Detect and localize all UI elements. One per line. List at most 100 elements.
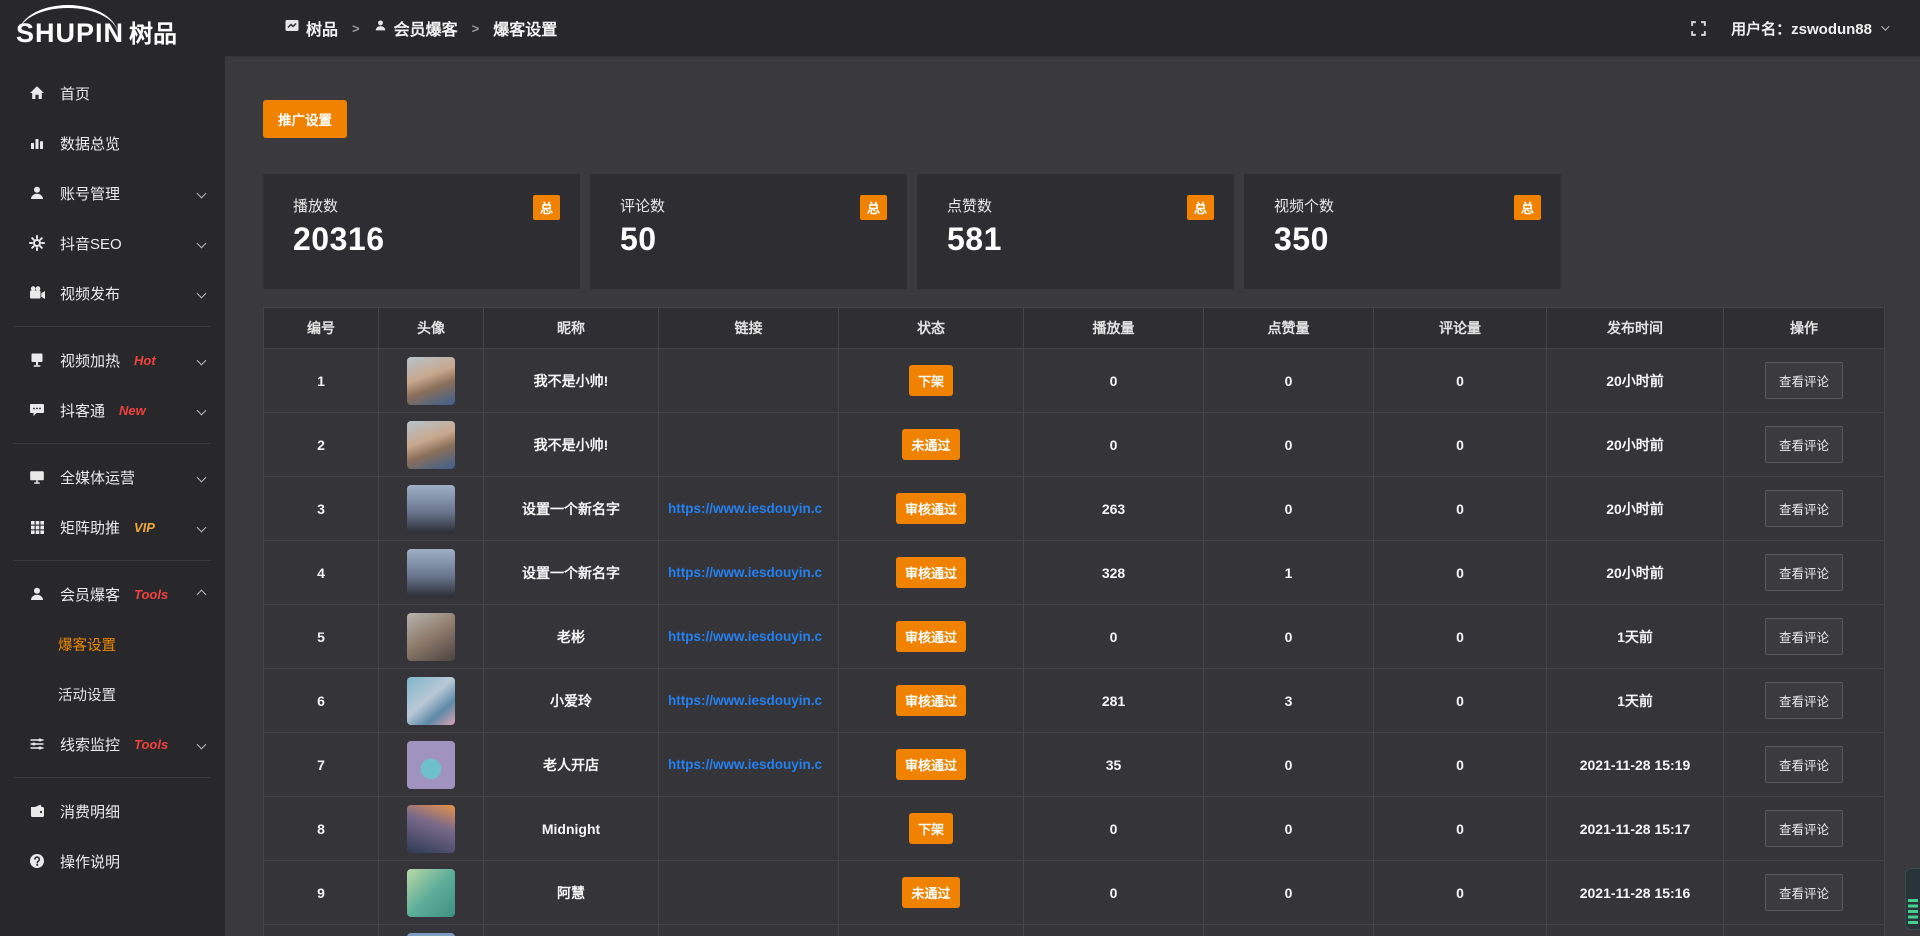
cell-avatar [379, 541, 484, 604]
status-badge: 下架 [909, 365, 953, 396]
avatar [407, 613, 455, 661]
sidebar-item-consumption-details[interactable]: 消费明细 [0, 786, 225, 836]
sidebar-item-clue-monitoring[interactable]: 线索监控 Tools [0, 719, 225, 769]
sidebar-item-label: 抖音SEO [60, 233, 122, 254]
sliders-icon [28, 736, 46, 752]
sidebar-item-member-baoke[interactable]: 会员爆客 Tools [0, 569, 225, 619]
video-link[interactable]: https://www.iesdouyin.c [668, 757, 838, 772]
sidebar-item-matrix-boost[interactable]: 矩阵助推 VIP [0, 502, 225, 552]
cell-plays [1024, 925, 1204, 936]
topbar: 树品 > 会员爆客 > 爆客设置 用户名：zswodun88 [225, 0, 1920, 57]
status-badge: 审核通过 [896, 685, 966, 716]
chat-bubble-icon [28, 402, 46, 418]
sidebar-item-operation-guide[interactable]: 操作说明 [0, 836, 225, 886]
sidebar-subitem-activity-settings[interactable]: 活动设置 [0, 669, 225, 719]
view-comments-button[interactable]: 查看评论 [1765, 746, 1843, 783]
cell-publish-time: 2021-11-28 15:17 [1547, 797, 1724, 860]
cell-id: 8 [264, 797, 379, 860]
vip-badge: VIP [134, 520, 155, 535]
sidebar-item-label: 首页 [60, 83, 90, 104]
main-area: 树品 > 会员爆客 > 爆客设置 用户名：zswodun88 [225, 0, 1920, 936]
view-comments-button[interactable]: 查看评论 [1765, 874, 1843, 911]
column-header-comments: 评论量 [1374, 308, 1547, 348]
cell-comments [1374, 925, 1547, 936]
cell-publish-time [1547, 925, 1724, 936]
video-link[interactable]: https://www.iesdouyin.c [668, 565, 838, 580]
chevron-down-icon [197, 522, 207, 532]
cell-plays: 281 [1024, 669, 1204, 732]
cell-likes: 1 [1204, 541, 1374, 604]
chevron-down-icon [197, 355, 207, 365]
cell-status: 审核通过 [839, 541, 1024, 604]
cell-comments: 0 [1374, 861, 1547, 924]
breadcrumb: 树品 > 会员爆客 > 爆客设置 [285, 16, 557, 40]
sidebar-item-douketong[interactable]: 抖客通 New [0, 385, 225, 435]
view-comments-button[interactable]: 查看评论 [1765, 682, 1843, 719]
cell-publish-time: 2021-11-28 15:19 [1547, 733, 1724, 796]
cell-id: 7 [264, 733, 379, 796]
total-badge: 总 [533, 195, 560, 220]
sidebar-item-label: 视频发布 [60, 283, 120, 304]
sidebar: SHUPIN树品 首页 数据总览 账号管理 抖音SEO [0, 0, 225, 936]
view-comments-button[interactable]: 查看评论 [1765, 554, 1843, 591]
cell-actions: 查看评论 [1724, 413, 1884, 476]
sidebar-item-label: 全媒体运营 [60, 467, 135, 488]
table-row: 2 我不是小帅! 未通过 0 0 0 20小时前 [264, 412, 1884, 476]
table-row: 6 小爱玲 https://www.iesdouyin.c 审核通过 281 3… [264, 668, 1884, 732]
cell-actions: 查看评论 [1724, 477, 1884, 540]
view-comments-button[interactable]: 查看评论 [1765, 426, 1843, 463]
chevron-down-icon [197, 472, 207, 482]
chat-widget-bars-icon [1908, 899, 1918, 925]
sidebar-item-data-overview[interactable]: 数据总览 [0, 118, 225, 168]
view-comments-button[interactable]: 查看评论 [1765, 362, 1843, 399]
sidebar-item-douyin-seo[interactable]: 抖音SEO [0, 218, 225, 268]
chat-widget[interactable] [1905, 868, 1920, 930]
sidebar-item-home[interactable]: 首页 [0, 68, 225, 118]
sidebar-item-label: 矩阵助推 [60, 517, 120, 538]
stat-card-plays: 播放数 20316 总 [263, 174, 580, 289]
breadcrumb-item-member-baoke[interactable]: 会员爆客 [374, 16, 458, 40]
sidebar-item-account-management[interactable]: 账号管理 [0, 168, 225, 218]
cell-actions: 查看评论 [1724, 669, 1884, 732]
cell-status [839, 925, 1024, 936]
status-badge: 审核通过 [896, 557, 966, 588]
view-comments-button[interactable]: 查看评论 [1765, 810, 1843, 847]
cell-comments: 0 [1374, 413, 1547, 476]
cell-likes: 0 [1204, 861, 1374, 924]
view-comments-button[interactable]: 查看评论 [1765, 490, 1843, 527]
stat-card-videos: 视频个数 350 总 [1244, 174, 1561, 289]
cell-id: 1 [264, 349, 379, 412]
video-link[interactable]: https://www.iesdouyin.c [668, 501, 838, 516]
cell-actions [1724, 925, 1884, 936]
cell-likes: 0 [1204, 413, 1374, 476]
cell-id [264, 925, 379, 936]
breadcrumb-item-shupin[interactable]: 树品 [285, 16, 338, 40]
cell-plays: 0 [1024, 349, 1204, 412]
username-menu[interactable]: 用户名：zswodun88 [1731, 18, 1887, 39]
sidebar-item-all-media-operation[interactable]: 全媒体运营 [0, 452, 225, 502]
status-badge: 未通过 [902, 877, 959, 908]
fullscreen-icon[interactable] [1690, 20, 1707, 37]
table-row: 1 我不是小帅! 下架 0 0 0 20小时前 [264, 348, 1884, 412]
sidebar-item-label: 线索监控 [60, 734, 120, 755]
cell-id: 5 [264, 605, 379, 668]
screen-boost-icon [28, 352, 46, 368]
avatar [407, 421, 455, 469]
cell-status: 下架 [839, 349, 1024, 412]
sidebar-item-video-publish[interactable]: 视频发布 [0, 268, 225, 318]
chevron-down-icon [197, 188, 207, 198]
cell-link: https://www.iesdouyin.c [659, 733, 839, 796]
column-header-nickname: 昵称 [484, 308, 659, 348]
view-comments-button[interactable]: 查看评论 [1765, 618, 1843, 655]
promo-settings-button[interactable]: 推广设置 [263, 100, 347, 138]
breadcrumb-item-baoke-settings[interactable]: 爆客设置 [493, 16, 557, 40]
cell-id: 4 [264, 541, 379, 604]
cell-publish-time: 20小时前 [1547, 349, 1724, 412]
sidebar-divider [14, 777, 211, 778]
video-link[interactable]: https://www.iesdouyin.c [668, 629, 838, 644]
video-link[interactable]: https://www.iesdouyin.c [668, 693, 838, 708]
table-row: 8 Midnight 下架 0 0 0 2021-11-28 15:17 [264, 796, 1884, 860]
sidebar-subitem-baoke-settings[interactable]: 爆客设置 [0, 619, 225, 669]
sidebar-item-video-heating[interactable]: 视频加热 Hot [0, 335, 225, 385]
logo-text-cjk: 树品 [129, 21, 177, 48]
